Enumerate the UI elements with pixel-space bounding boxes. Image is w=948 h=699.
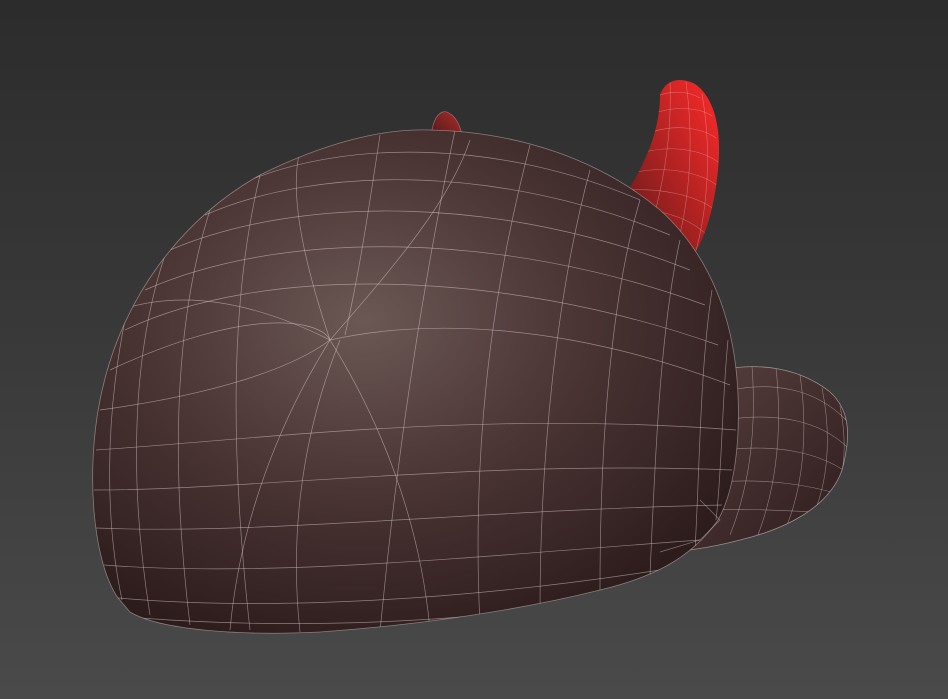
viewport-canvas[interactable] — [0, 0, 948, 699]
cap-dome[interactable] — [92, 129, 739, 634]
3d-viewport[interactable] — [0, 0, 948, 699]
